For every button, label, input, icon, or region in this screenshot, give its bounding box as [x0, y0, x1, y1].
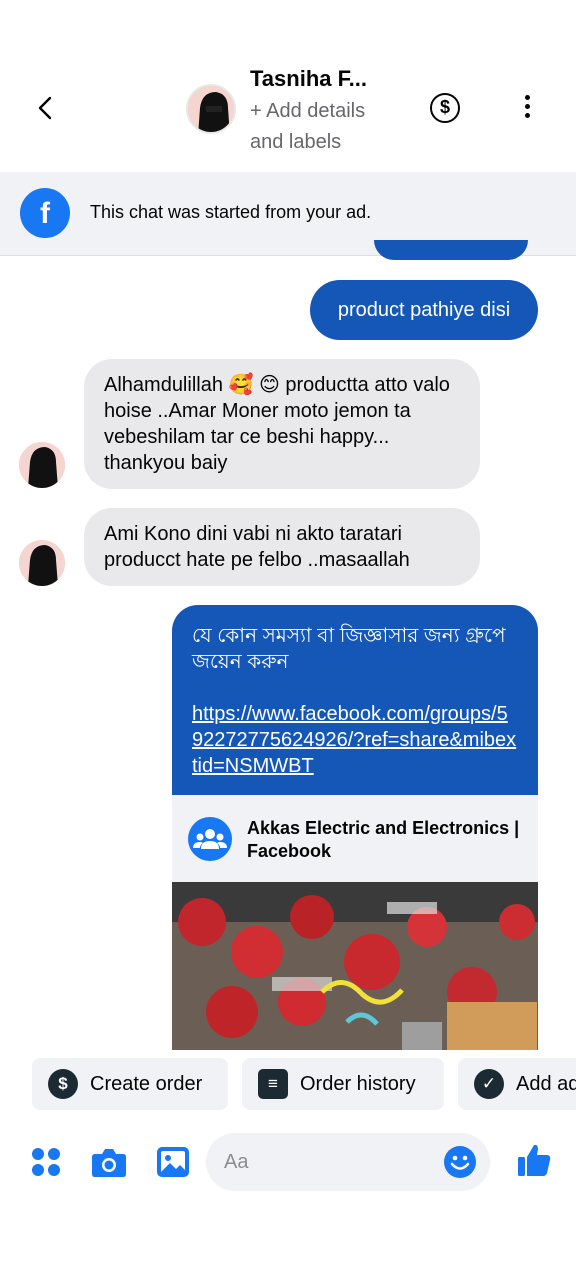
- message-input[interactable]: Aa: [206, 1133, 490, 1191]
- message-bubble-outgoing[interactable]: product pathiye disi: [310, 280, 538, 340]
- apps-grid-icon[interactable]: [30, 1146, 62, 1178]
- link-preview-image: [172, 882, 538, 1050]
- link-preview[interactable]: Akkas Electric and Electronics | Faceboo…: [172, 795, 538, 882]
- order-history-button[interactable]: ≡ Order history: [242, 1058, 444, 1110]
- ad-banner-text: This chat was started from your ad.: [90, 202, 372, 222]
- message-input-placeholder: Aa: [224, 1151, 249, 1173]
- sender-avatar[interactable]: [19, 540, 65, 586]
- quick-actions-bar: $ Create order ≡ Order history ✓ Add ad: [0, 1058, 576, 1112]
- chip-label: Order history: [300, 1072, 416, 1095]
- list-icon: ≡: [258, 1069, 288, 1099]
- chip-label: Add ad: [516, 1072, 576, 1095]
- back-arrow-icon[interactable]: [30, 92, 62, 124]
- message-link[interactable]: https://www.facebook.com/groups/59227277…: [192, 701, 518, 779]
- add-details-link[interactable]: + Add details and labels: [250, 96, 400, 158]
- create-order-button[interactable]: $ Create order: [32, 1058, 228, 1110]
- message-composer: Aa: [0, 1130, 576, 1194]
- payments-button[interactable]: $: [430, 93, 460, 123]
- contact-avatar[interactable]: [186, 84, 236, 134]
- add-ad-button[interactable]: ✓ Add ad: [458, 1058, 576, 1110]
- chip-label: Create order: [90, 1072, 203, 1095]
- message-text: যে কোন সমস্যা বা জিজ্ঞাসার জন্য গ্রুপে জ…: [192, 625, 506, 673]
- check-icon: ✓: [474, 1069, 504, 1099]
- group-icon: [188, 817, 232, 861]
- gallery-icon[interactable]: [156, 1146, 190, 1178]
- camera-icon[interactable]: [91, 1146, 127, 1178]
- dollar-icon: $: [48, 1069, 78, 1099]
- link-share-message[interactable]: যে কোন সমস্যা বা জিজ্ঞাসার জন্য গ্রুপে জ…: [172, 605, 538, 1050]
- message-text: Alhamdulillah 🥰 😊 productta atto valo ho…: [104, 374, 450, 474]
- emoji-icon[interactable]: [444, 1146, 476, 1178]
- contact-name[interactable]: Tasniha F...: [250, 66, 367, 92]
- chat-header: Tasniha F... + Add details and labels $: [0, 0, 576, 172]
- sender-avatar[interactable]: [19, 442, 65, 488]
- message-text: product pathiye disi: [337, 299, 511, 321]
- link-preview-title: Akkas Electric and Electronics | Faceboo…: [247, 818, 520, 861]
- previous-message-bubble[interactable]: [374, 240, 528, 260]
- like-thumb-icon[interactable]: [516, 1142, 552, 1178]
- more-options-icon[interactable]: [517, 95, 537, 123]
- message-bubble-incoming[interactable]: Ami Kono dini vabi ni akto taratari prod…: [84, 508, 480, 586]
- message-bubble-incoming[interactable]: Alhamdulillah 🥰 😊 productta atto valo ho…: [84, 359, 480, 489]
- facebook-icon: f: [20, 188, 70, 238]
- message-text: Ami Kono dini vabi ni akto taratari prod…: [104, 523, 410, 571]
